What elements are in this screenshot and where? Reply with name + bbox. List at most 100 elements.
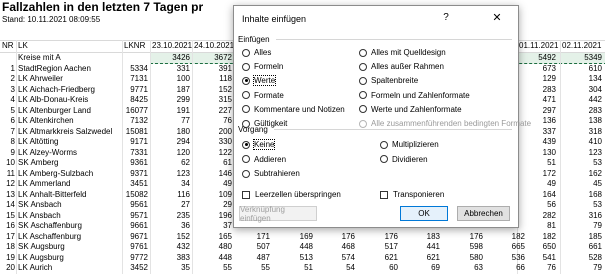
cell-value[interactable]: 598 <box>445 242 483 252</box>
cell-lknr[interactable] <box>122 53 148 63</box>
radio-dot[interactable] <box>359 76 367 85</box>
cell-lknr[interactable]: 15082 <box>122 190 148 200</box>
cell-lknr[interactable]: 9361 <box>122 158 148 168</box>
cell-r1[interactable]: 5492 <box>519 53 556 63</box>
cell-r1[interactable]: 56 <box>519 200 556 210</box>
cell-r1[interactable]: 439 <box>519 137 556 147</box>
cell-d2[interactable]: 76 <box>194 116 232 126</box>
cell-lk[interactable]: Kreise mit A <box>18 53 122 63</box>
cell-lknr[interactable]: 9771 <box>122 85 148 95</box>
cell-nr[interactable]: 3 <box>1 85 15 95</box>
cell-d1[interactable]: 180 <box>152 127 190 137</box>
cell-lk[interactable]: LK Aurich <box>18 263 122 273</box>
cell-r2[interactable]: 123 <box>562 148 602 158</box>
radio-dot[interactable] <box>242 62 250 71</box>
radio-einfuegen-right-3[interactable]: Formeln und Zahlenformate <box>359 90 470 101</box>
header-date-1[interactable]: 23.10.2021 <box>152 41 192 51</box>
cell-d2[interactable]: 315 <box>194 95 232 105</box>
radio-einfuegen-left-0[interactable]: Alles <box>242 47 271 58</box>
cell-value[interactable]: 574 <box>317 253 355 263</box>
cell-d2[interactable]: 29 <box>194 200 232 210</box>
radio-einfuegen-left-4[interactable]: Kommentare und Notizen <box>242 104 345 115</box>
cell-r2[interactable]: 162 <box>562 169 602 179</box>
cell-value[interactable]: 513 <box>275 253 313 263</box>
cell-lknr[interactable]: 8425 <box>122 95 148 105</box>
header-lk[interactable]: LK <box>18 41 28 51</box>
cell-nr[interactable]: 19 <box>1 253 15 263</box>
cell-r1[interactable]: 49 <box>519 179 556 189</box>
cell-lk[interactable]: LK Augsburg <box>18 253 122 263</box>
radio-vorgang-left-0[interactable]: Keine <box>242 139 276 150</box>
header-date-4[interactable]: 02.11.2021 <box>562 41 601 51</box>
cell-r1[interactable]: 51 <box>519 158 556 168</box>
header-nr[interactable]: NR <box>2 41 14 51</box>
radio-einfuegen-right-2[interactable]: Spaltenbreite <box>359 75 418 86</box>
cell-r2[interactable]: 79 <box>562 263 602 273</box>
cell-value[interactable]: 507 <box>232 242 270 252</box>
cell-d1[interactable]: 100 <box>152 74 190 84</box>
cell-nr[interactable]: 20 <box>1 263 15 273</box>
cell-d1[interactable]: 235 <box>152 211 190 221</box>
cell-value[interactable]: 448 <box>275 242 313 252</box>
cell-nr[interactable]: 11 <box>1 169 15 179</box>
cell-nr[interactable]: 13 <box>1 190 15 200</box>
cell-value[interactable]: 487 <box>232 253 270 263</box>
cell-nr[interactable]: 12 <box>1 179 15 189</box>
radio-dot[interactable] <box>242 155 250 163</box>
cell-lknr[interactable]: 3451 <box>122 179 148 189</box>
cell-value[interactable]: 183 <box>402 232 440 242</box>
radio-vorgang-right-0[interactable]: Multiplizieren <box>380 139 439 150</box>
radio-dot[interactable] <box>359 105 367 114</box>
cell-d1[interactable]: 152 <box>152 232 190 242</box>
cell-lknr[interactable]: 3452 <box>122 263 148 273</box>
cell-lknr[interactable]: 9171 <box>122 137 148 147</box>
paste-link-button[interactable]: Verknüpfung einfügen <box>239 205 317 223</box>
cell-r1[interactable]: 673 <box>519 64 556 74</box>
cell-d1[interactable]: 120 <box>152 148 190 158</box>
cell-r2[interactable]: 661 <box>562 242 602 252</box>
cell-r1[interactable]: 297 <box>519 106 556 116</box>
ok-button[interactable]: OK <box>400 206 448 221</box>
cell-d2[interactable]: 55 <box>194 263 232 273</box>
cell-lknr[interactable]: 7131 <box>122 74 148 84</box>
radio-dot[interactable] <box>242 91 250 100</box>
radio-dot[interactable] <box>242 105 250 114</box>
cell-d2[interactable]: 480 <box>194 242 232 252</box>
cell-lknr[interactable]: 9561 <box>122 200 148 210</box>
cell-lk[interactable]: SK Amberg <box>18 158 122 168</box>
cell-value[interactable]: 176 <box>317 232 355 242</box>
header-date-2[interactable]: 24.10.2021 <box>194 41 234 51</box>
cell-r2[interactable]: 168 <box>562 190 602 200</box>
header-date-3[interactable]: 01.11.2021 <box>519 41 558 51</box>
cell-r2[interactable]: 134 <box>562 74 602 84</box>
cell-lk[interactable]: LK Altenburger Land <box>18 106 122 116</box>
cell-d2[interactable]: 118 <box>194 74 232 84</box>
radio-dot[interactable] <box>380 155 388 163</box>
cell-value[interactable]: 51 <box>275 263 313 273</box>
radio-dot[interactable] <box>242 76 250 85</box>
radio-dot[interactable] <box>359 119 367 128</box>
cell-r1[interactable]: 129 <box>519 74 556 84</box>
cell-lk[interactable]: LK Ahrweiler <box>18 74 122 84</box>
cell-r2[interactable]: 442 <box>562 95 602 105</box>
cell-value[interactable]: 66 <box>487 263 525 273</box>
cell-lk[interactable]: LK Altmarkkreis Salzwedel <box>18 127 122 137</box>
cell-value[interactable]: 182 <box>487 232 525 242</box>
cell-d1[interactable]: 34 <box>152 179 190 189</box>
cell-lk[interactable]: LK Alb-Donau-Kreis <box>18 95 122 105</box>
cell-r1[interactable]: 130 <box>519 148 556 158</box>
cell-nr[interactable]: 7 <box>1 127 15 137</box>
cell-lk[interactable]: LK Amberg-Sulzbach <box>18 169 122 179</box>
cell-nr[interactable]: 8 <box>1 137 15 147</box>
cancel-button[interactable]: Abbrechen <box>457 206 510 221</box>
radio-einfuegen-right-4[interactable]: Werte und Zahlenformate <box>359 104 462 115</box>
cell-d1[interactable]: 191 <box>152 106 190 116</box>
radio-einfuegen-left-3[interactable]: Formate <box>242 90 284 101</box>
help-button[interactable]: ? <box>440 12 452 23</box>
cell-nr[interactable] <box>1 53 15 63</box>
cell-r1[interactable]: 283 <box>519 85 556 95</box>
cell-d1[interactable]: 432 <box>152 242 190 252</box>
cell-d2[interactable]: 61 <box>194 158 232 168</box>
cell-nr[interactable]: 9 <box>1 148 15 158</box>
header-lknr[interactable]: LKNR <box>124 41 145 51</box>
